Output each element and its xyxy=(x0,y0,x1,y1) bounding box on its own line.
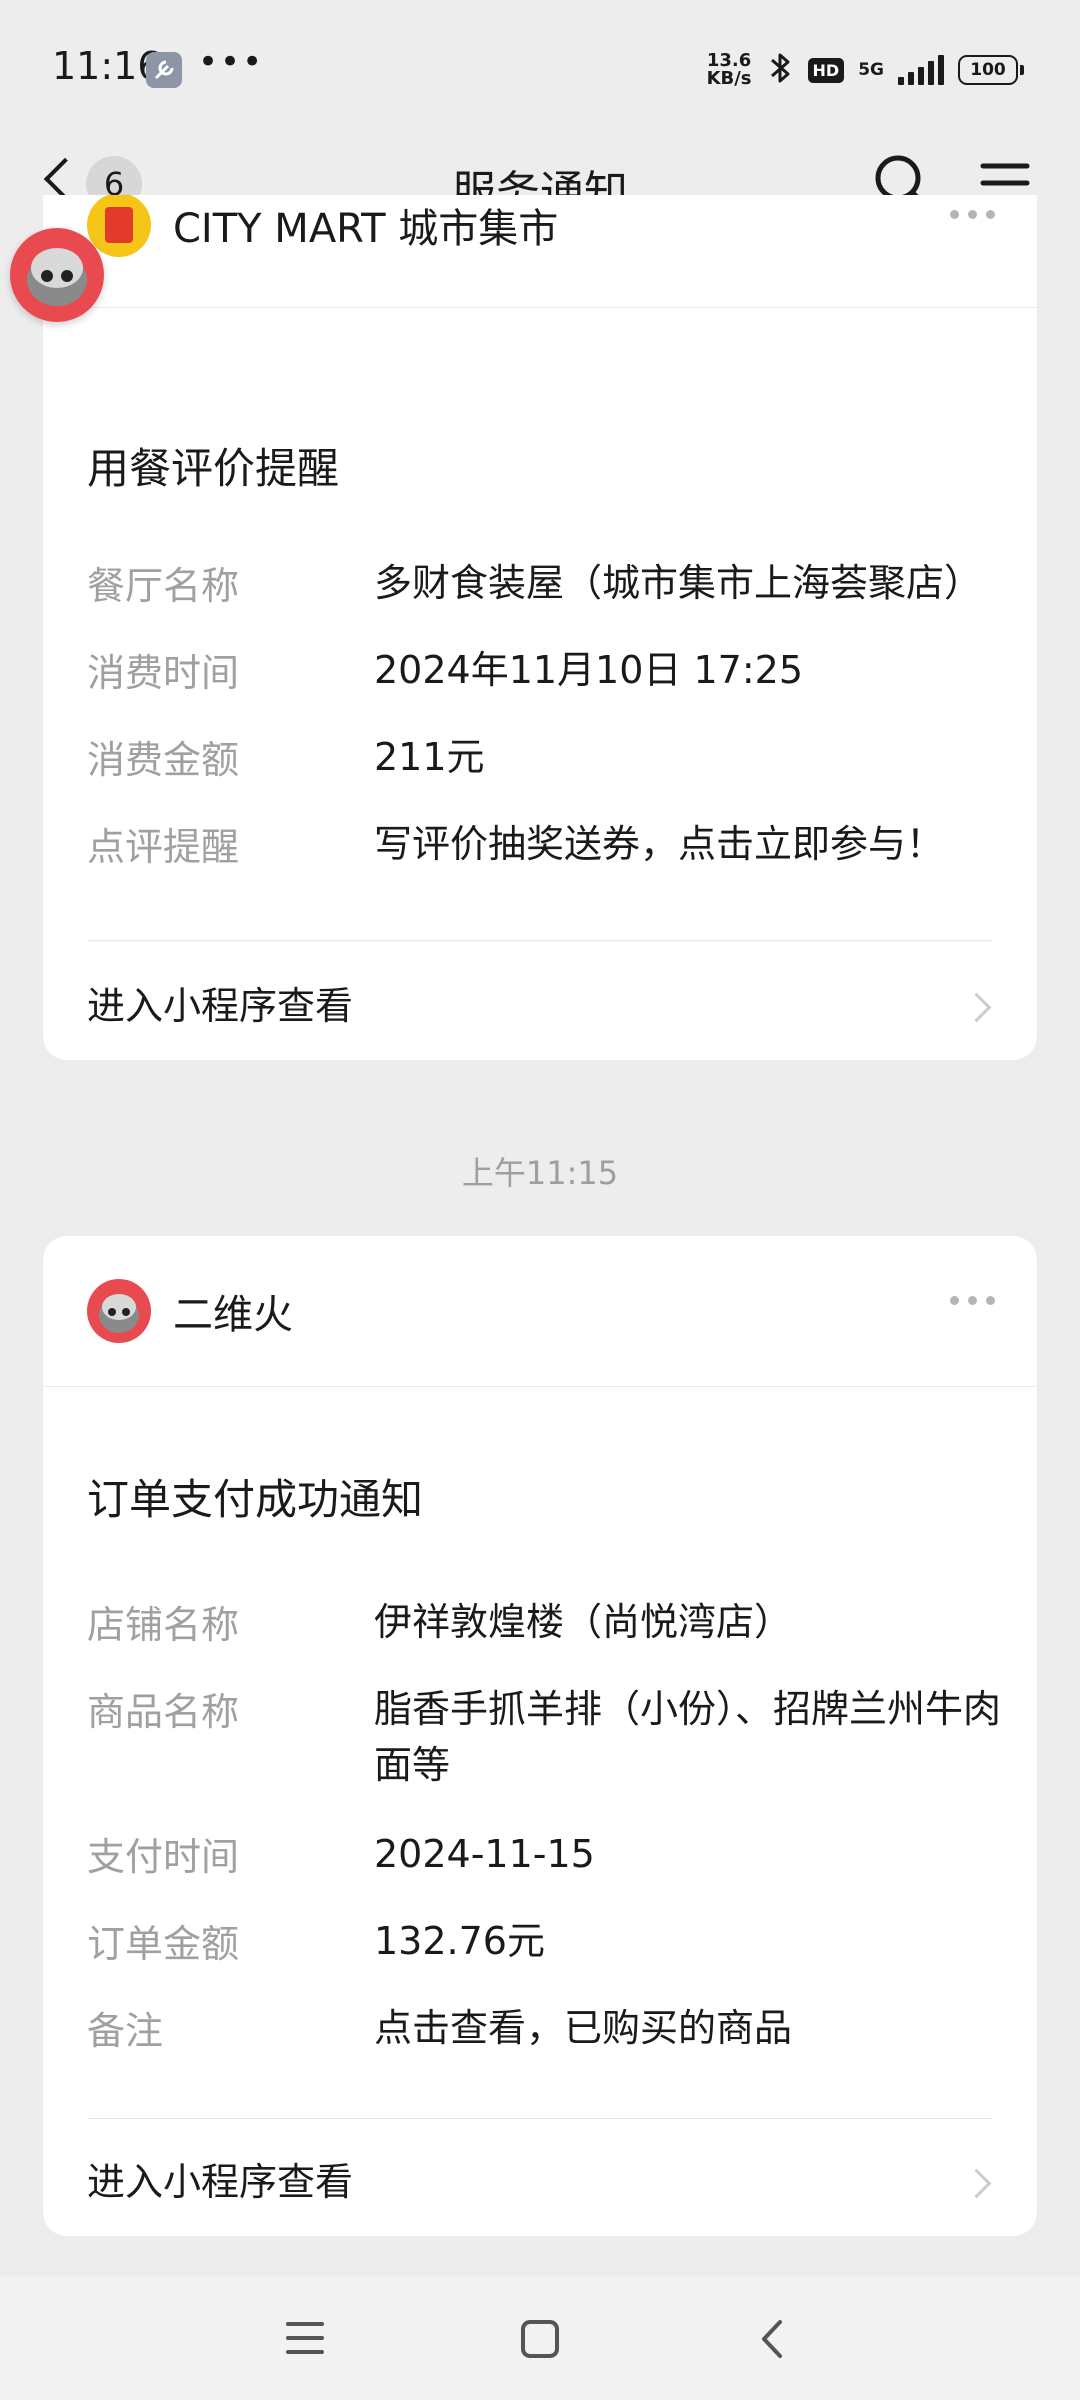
field-value: 脂香手抓羊排（小份）、招牌兰州牛肉面等 xyxy=(374,1687,1002,1787)
settings-wrench-icon xyxy=(146,52,182,88)
field-value: 多财食装屋（城市集市上海荟聚店） xyxy=(374,561,983,605)
back-icon[interactable] xyxy=(754,2316,790,2362)
status-bar: 11:16 ••• 13.6 KB/s HD 5G 100 xyxy=(0,0,1080,130)
battery-icon: 100 xyxy=(958,55,1024,85)
home-icon[interactable] xyxy=(519,2318,561,2360)
field-label: 备注 xyxy=(87,2009,164,2053)
net-speed: 13.6 KB/s xyxy=(707,52,752,88)
chevron-right-icon xyxy=(961,992,992,1023)
divider xyxy=(87,2118,993,2119)
field-label: 店铺名称 xyxy=(87,1603,240,1647)
card-header: CITY MART 城市集市 xyxy=(43,195,1037,308)
field-value: 211元 xyxy=(374,735,485,779)
notification-card-citymart[interactable]: CITY MART 城市集市 用餐评价提醒 餐厅名称 多财食装屋（城市集市上海荟… xyxy=(43,195,1037,1060)
field-value: 点击查看，已购买的商品 xyxy=(374,2006,793,2050)
floating-avatar[interactable] xyxy=(10,228,104,322)
card-header: 二维火 xyxy=(43,1236,1037,1387)
network-type: 5G xyxy=(858,60,884,80)
field-label: 餐厅名称 xyxy=(87,564,240,608)
field-label: 商品名称 xyxy=(87,1690,240,1734)
divider xyxy=(87,940,993,941)
field-label: 消费时间 xyxy=(87,651,240,695)
message-timestamp: 上午11:15 xyxy=(461,1154,619,1192)
card-sender-name: CITY MART 城市集市 xyxy=(173,206,559,252)
bluetooth-icon xyxy=(766,50,794,90)
chevron-right-icon xyxy=(961,2168,992,2199)
notification-card-erweihuo[interactable]: 二维火 订单支付成功通知 店铺名称 伊祥敦煌楼（尚悦湾店） 商品名称 脂香手抓羊… xyxy=(43,1236,1037,2236)
field-value: 2024-11-15 xyxy=(374,1832,595,1876)
more-options-icon[interactable] xyxy=(950,210,995,219)
field-label: 支付时间 xyxy=(87,1835,240,1879)
more-dots-icon: ••• xyxy=(198,42,265,82)
signal-icon xyxy=(898,55,944,85)
system-nav-bar xyxy=(0,2276,1080,2400)
field-value: 132.76元 xyxy=(374,1919,545,1963)
net-speed-unit: KB/s xyxy=(706,68,752,89)
erweihuo-logo xyxy=(87,1279,151,1343)
field-label: 点评提醒 xyxy=(87,825,240,869)
field-label: 订单金额 xyxy=(87,1922,240,1966)
field-value: 写评价抽奖送券，点击立即参与！ xyxy=(374,822,945,866)
field-value: 伊祥敦煌楼（尚悦湾店） xyxy=(374,1600,793,1644)
card-title: 用餐评价提醒 xyxy=(87,444,340,493)
hd-badge: HD xyxy=(807,57,845,83)
field-value: 2024年11月10日 17:25 xyxy=(374,648,804,692)
menu-icon[interactable] xyxy=(284,2318,326,2358)
card-title: 订单支付成功通知 xyxy=(87,1475,424,1524)
more-options-icon[interactable] xyxy=(950,1296,995,1305)
open-miniprogram-link[interactable]: 进入小程序查看 xyxy=(87,975,353,1030)
card-sender-name: 二维火 xyxy=(173,1292,293,1338)
field-label: 消费金额 xyxy=(87,738,240,782)
open-miniprogram-link[interactable]: 进入小程序查看 xyxy=(87,2151,353,2206)
